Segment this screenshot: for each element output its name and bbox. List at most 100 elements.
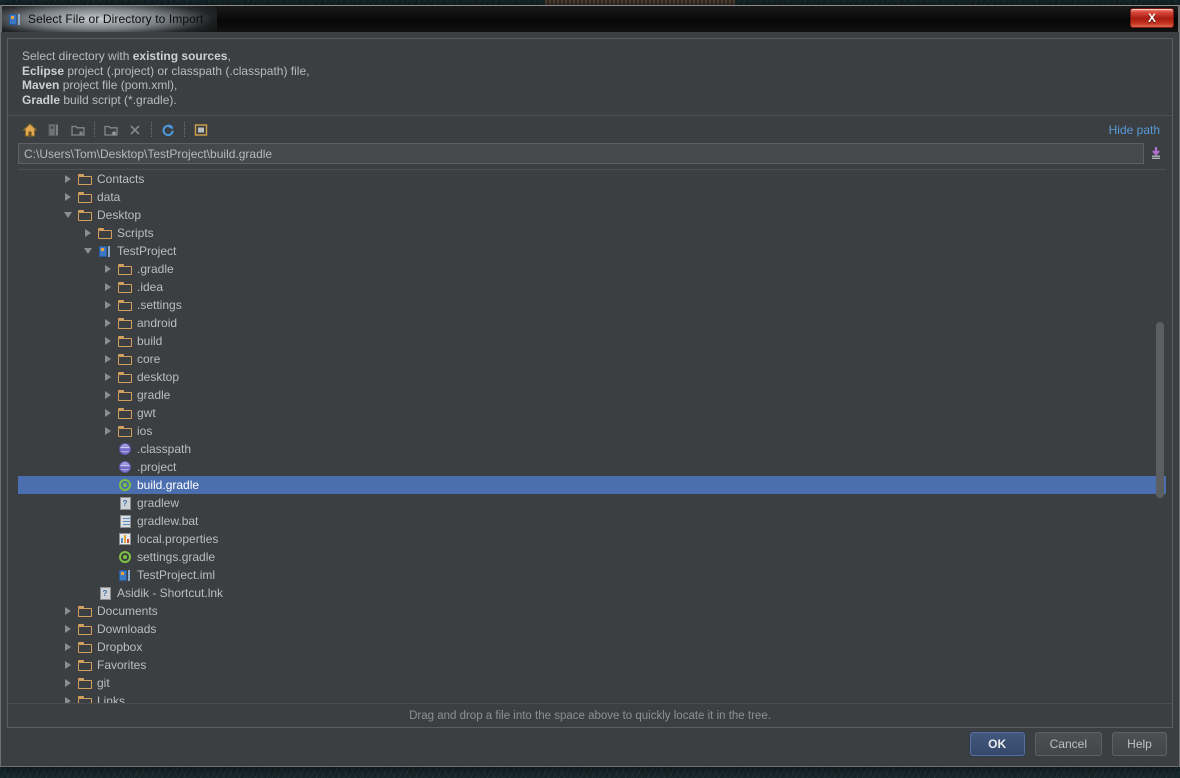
expand-arrow-icon[interactable] <box>100 333 116 349</box>
cancel-button[interactable]: Cancel <box>1034 732 1102 756</box>
folder-icon <box>118 389 132 401</box>
expand-arrow-icon[interactable] <box>100 315 116 331</box>
delete-button[interactable] <box>123 119 147 141</box>
new-folder-button[interactable] <box>99 119 123 141</box>
close-icon: X <box>1147 11 1156 25</box>
dialog-body: Select directory with existing sources, … <box>1 32 1179 766</box>
tree-row[interactable]: .classpath <box>18 440 1166 458</box>
expand-arrow-icon[interactable] <box>100 387 116 403</box>
tree-row[interactable]: Desktop <box>18 206 1166 224</box>
tree-row-label: android <box>137 316 178 330</box>
folder-icon <box>78 605 92 617</box>
expand-arrow-icon[interactable] <box>80 225 96 241</box>
xml-config-icon <box>119 461 131 473</box>
home-button[interactable] <box>18 119 42 141</box>
tree-row[interactable]: .project <box>18 458 1166 476</box>
tree-row[interactable]: .idea <box>18 278 1166 296</box>
desktop-folder-button[interactable] <box>66 119 90 141</box>
tree-row[interactable]: .gradle <box>18 260 1166 278</box>
expand-arrow-icon[interactable] <box>60 693 76 703</box>
expand-arrow-icon[interactable] <box>100 405 116 421</box>
tree-scrollbar-thumb[interactable] <box>1156 322 1164 498</box>
tree-row[interactable]: local.properties <box>18 530 1166 548</box>
tree-row[interactable]: Dropbox <box>18 638 1166 656</box>
tree-row[interactable]: gradlew.bat <box>18 512 1166 530</box>
tree-twisty-none <box>100 513 116 529</box>
expand-arrow-icon[interactable] <box>60 657 76 673</box>
tree-row[interactable]: ios <box>18 422 1166 440</box>
tree-row[interactable]: Scripts <box>18 224 1166 242</box>
tree-row[interactable]: desktop <box>18 368 1166 386</box>
expand-arrow-icon[interactable] <box>100 351 116 367</box>
path-input[interactable] <box>18 143 1144 164</box>
folder-icon <box>78 659 92 671</box>
folder-icon <box>78 641 92 653</box>
tree-row[interactable]: Favorites <box>18 656 1166 674</box>
expand-arrow-icon[interactable] <box>60 189 76 205</box>
expand-arrow-icon[interactable] <box>100 279 116 295</box>
tree-row[interactable]: ? Asidik - Shortcut.lnk <box>18 584 1166 602</box>
tree-row[interactable]: Contacts <box>18 170 1166 188</box>
tree-row-label: git <box>97 676 110 690</box>
expand-arrow-icon[interactable] <box>100 297 116 313</box>
collapse-arrow-icon[interactable] <box>80 243 96 259</box>
tree-row-label: TestProject.iml <box>137 568 216 582</box>
expand-arrow-icon[interactable] <box>60 603 76 619</box>
path-history-dropdown-button[interactable] <box>1148 144 1164 164</box>
expand-arrow-icon[interactable] <box>100 369 116 385</box>
tree-row[interactable]: gradle <box>18 386 1166 404</box>
tree-twisty-none <box>100 531 116 547</box>
properties-file-icon <box>119 533 131 545</box>
project-directory-button[interactable] <box>42 119 66 141</box>
tree-row[interactable]: Downloads <box>18 620 1166 638</box>
folder-icon <box>78 173 92 185</box>
help-button[interactable]: Help <box>1112 732 1167 756</box>
tree-row[interactable]: gwt <box>18 404 1166 422</box>
expand-arrow-icon[interactable] <box>60 621 76 637</box>
tree-row-label: core <box>137 352 161 366</box>
tree-row-label: gradlew.bat <box>137 514 199 528</box>
tree-row[interactable]: TestProject.iml <box>18 566 1166 584</box>
expand-arrow-icon[interactable] <box>100 261 116 277</box>
tree-row-label: data <box>97 190 121 204</box>
module-file-icon <box>98 245 112 258</box>
tree-row-label: .idea <box>137 280 164 294</box>
tree-row-label: Asidik - Shortcut.lnk <box>117 586 224 600</box>
show-hidden-files-button[interactable] <box>189 119 213 141</box>
collapse-arrow-icon[interactable] <box>60 207 76 223</box>
expand-arrow-icon[interactable] <box>60 675 76 691</box>
hide-path-link[interactable]: Hide path <box>1109 123 1160 137</box>
refresh-button[interactable] <box>156 119 180 141</box>
tree-row[interactable]: build <box>18 332 1166 350</box>
folder-icon <box>118 353 132 365</box>
tree-scrollbar[interactable] <box>1154 170 1165 703</box>
ok-button[interactable]: OK <box>969 732 1025 756</box>
refresh-icon <box>162 123 174 136</box>
file-chooser-toolbar: Hide path <box>8 115 1172 143</box>
path-row <box>8 143 1172 169</box>
expand-arrow-icon[interactable] <box>100 423 116 439</box>
tree-row-label: local.properties <box>137 532 219 546</box>
expand-arrow-icon[interactable] <box>60 171 76 187</box>
tree-row[interactable]: .settings <box>18 296 1166 314</box>
close-button[interactable]: X <box>1130 8 1174 28</box>
desktop-folder-icon <box>71 125 85 136</box>
tree-row[interactable]: settings.gradle <box>18 548 1166 566</box>
description-text: build script (*.gradle). <box>60 92 177 107</box>
tree-twisty-none <box>100 459 116 475</box>
tree-row[interactable]: Links <box>18 692 1166 703</box>
description-bold-eclipse: Eclipse <box>22 63 65 78</box>
tree-row[interactable]: core <box>18 350 1166 368</box>
tree-row[interactable]: data <box>18 188 1166 206</box>
tree-row[interactable]: git <box>18 674 1166 692</box>
tree-row[interactable]: ? gradlew <box>18 494 1166 512</box>
tree-row[interactable]: android <box>18 314 1166 332</box>
expand-arrow-icon[interactable] <box>60 639 76 655</box>
show-hidden-files-icon <box>194 123 208 136</box>
tree-row[interactable]: build.gradle <box>18 476 1166 494</box>
tree-row[interactable]: TestProject <box>18 242 1166 260</box>
project-dir-icon <box>48 123 58 136</box>
tree-row[interactable]: Documents <box>18 602 1166 620</box>
file-tree[interactable]: Contacts data Desktop Scripts TestProject .gr… <box>18 170 1166 703</box>
unknown-file-icon: ? <box>99 586 111 600</box>
